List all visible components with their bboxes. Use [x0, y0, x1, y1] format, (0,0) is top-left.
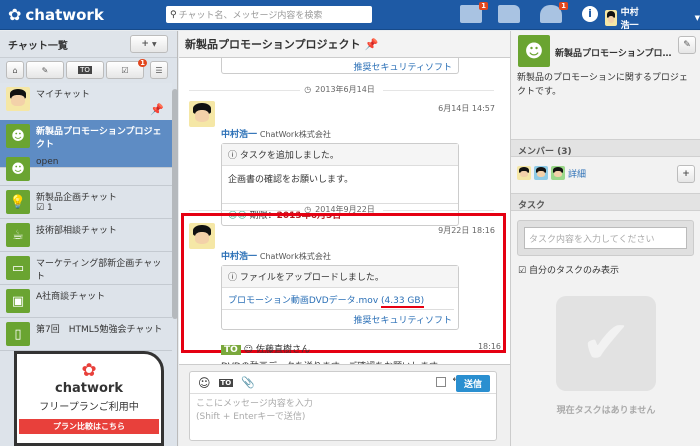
- task-tab-icon[interactable]: ☑ 1: [106, 59, 147, 79]
- file-box: ⓘ ファイルをアップロードしました。 プロモーション動画DVDデータ.mov (…: [221, 265, 459, 330]
- chatwork-logo[interactable]: ✿ chatwork: [8, 5, 104, 24]
- task-count: ☑ 1: [36, 203, 53, 213]
- prev-message-box: 推奨セキュリティソフト: [221, 58, 459, 74]
- sidebar-item-open[interactable]: ☻ open: [0, 153, 172, 186]
- chevron-down-icon: ▼: [694, 14, 700, 22]
- date-divider: ◷ 2013年6月14日: [179, 84, 504, 95]
- sidebar-item-planning[interactable]: 💡 新製品企画チャット ☑ 1: [0, 186, 172, 219]
- home-icon[interactable]: ⌂: [6, 61, 24, 79]
- briefcase-icon: ▣: [6, 289, 30, 313]
- cup-icon: ☕: [6, 223, 30, 247]
- sidebar-item-a-company[interactable]: ▣ A社商談チャット: [0, 285, 172, 318]
- chat-main: 新製品プロモーションプロジェクト📌 ■◂ ▬ ▾ ⚙ ▾ 推奨セキュリティソフト…: [179, 31, 691, 446]
- member-list: 詳細: [517, 166, 586, 180]
- send-button[interactable]: 送信: [455, 375, 490, 392]
- sidebar-item-html5[interactable]: ▯ 第7回 HTML5勉強会チャット: [0, 318, 172, 351]
- presentation-icon: ▭: [6, 256, 30, 280]
- member-avatar[interactable]: [534, 166, 548, 180]
- task-input-wrap: タスク内容を入力してください: [517, 220, 694, 256]
- message-input[interactable]: ここにメッセージ内容を入力 (Shift + Enterキーで送信): [190, 394, 496, 428]
- info-icon: ⓘ: [228, 273, 238, 283]
- document-icon: ▯: [6, 322, 30, 346]
- chat-header: 新製品プロモーションプロジェクト 📌: [179, 31, 510, 58]
- group-icon: ☻: [6, 124, 30, 148]
- user-avatar: [605, 10, 617, 26]
- avatar: [6, 87, 30, 111]
- sidebar-scrollbar[interactable]: [172, 89, 178, 319]
- empty-task-icon: ✔: [556, 296, 656, 391]
- to-avatar: ☺: [243, 345, 254, 355]
- composer-area: ☺ TO 📎 ↵ 送信 ここにメッセージ内容を入力(Shift + Enterキ…: [179, 364, 510, 446]
- member-detail-link[interactable]: 詳細: [568, 167, 586, 180]
- checkbox-checked-icon: ☑: [518, 266, 527, 276]
- folder-icon[interactable]: [498, 5, 520, 23]
- unread-icon[interactable]: ✎: [26, 61, 64, 79]
- sidebar-item-tech[interactable]: ☕ 技術部相談チャット: [0, 219, 172, 252]
- file-link[interactable]: プロモーション動画DVDデータ.mov (4.33 GB): [222, 288, 454, 310]
- member-avatar[interactable]: [551, 166, 565, 180]
- my-tasks-checkbox[interactable]: ☑ 自分のタスクのみ表示: [518, 263, 619, 276]
- avatar: [189, 101, 215, 127]
- pin-icon[interactable]: 📌: [150, 103, 164, 116]
- info-icon[interactable]: i: [582, 6, 598, 22]
- composer: ☺ TO 📎 ↵ 送信 ここにメッセージ内容を入力(Shift + Enterキ…: [189, 371, 497, 441]
- plan-compare-button[interactable]: プラン比較はこちら: [19, 419, 159, 434]
- enter-send-checkbox[interactable]: [436, 377, 446, 387]
- task-input[interactable]: タスク内容を入力してください: [524, 227, 687, 249]
- category-icon[interactable]: ☰: [150, 61, 168, 79]
- member-avatar[interactable]: [517, 166, 531, 180]
- user-menu[interactable]: 中村浩一 ▼: [605, 5, 700, 31]
- top-header: ✿ chatwork ⚲ チャット名、メッセージ内容を検索 1 1 i 中村浩一 ▼: [0, 0, 700, 31]
- contacts-icon[interactable]: 1: [540, 2, 568, 23]
- logo-icon: ✿: [8, 5, 22, 24]
- search-icon: ⚲: [170, 9, 177, 20]
- add-member-button[interactable]: +: [677, 165, 695, 183]
- lightbulb-icon: 💡: [6, 190, 30, 214]
- attach-icon[interactable]: 📎: [241, 376, 255, 389]
- tab-to[interactable]: TO: [66, 61, 104, 79]
- sidebar-item-marketing[interactable]: ▭ マーケティング部新企画チャット: [0, 252, 172, 285]
- plan-ad[interactable]: ✿ chatwork フリープランご利用中 プラン比較はこちら: [14, 351, 164, 446]
- edit-icon[interactable]: ✎: [678, 36, 696, 54]
- sidebar-filter-tabs: ⌂ ✎ TO ☑ 1 ☰: [6, 59, 168, 79]
- message: 中村浩一 ChatWork株式会社 9月22日 18:16 ⓘ ファイルをアップ…: [185, 223, 503, 372]
- group-icon: ☻: [518, 35, 550, 67]
- sidebar: チャット一覧 + ▼ ⌂ ✎ TO ☑ 1 ☰ マイチャット 📌 ☻ 新製品プロモーシ…: [0, 31, 178, 446]
- add-chat-button[interactable]: + ▼: [130, 35, 168, 53]
- group-icon: ☻: [6, 157, 30, 181]
- to-button[interactable]: TO: [218, 378, 234, 387]
- emoji-icon[interactable]: ☺: [198, 376, 211, 390]
- avatar: [189, 223, 215, 249]
- pin-icon[interactable]: 📌: [364, 38, 378, 51]
- info-icon: ⓘ: [228, 151, 238, 161]
- chatwork-logo-icon: ✿: [81, 360, 97, 381]
- task-icon[interactable]: 1: [460, 2, 488, 23]
- search-input[interactable]: ⚲ チャット名、メッセージ内容を検索: [166, 6, 372, 23]
- security-link[interactable]: 推奨セキュリティソフト: [354, 63, 452, 73]
- room-info-panel: ☻ 新製品プロモーションプロ… ✎ 新製品のプロモーションに関するプロジェクトで…: [510, 31, 700, 446]
